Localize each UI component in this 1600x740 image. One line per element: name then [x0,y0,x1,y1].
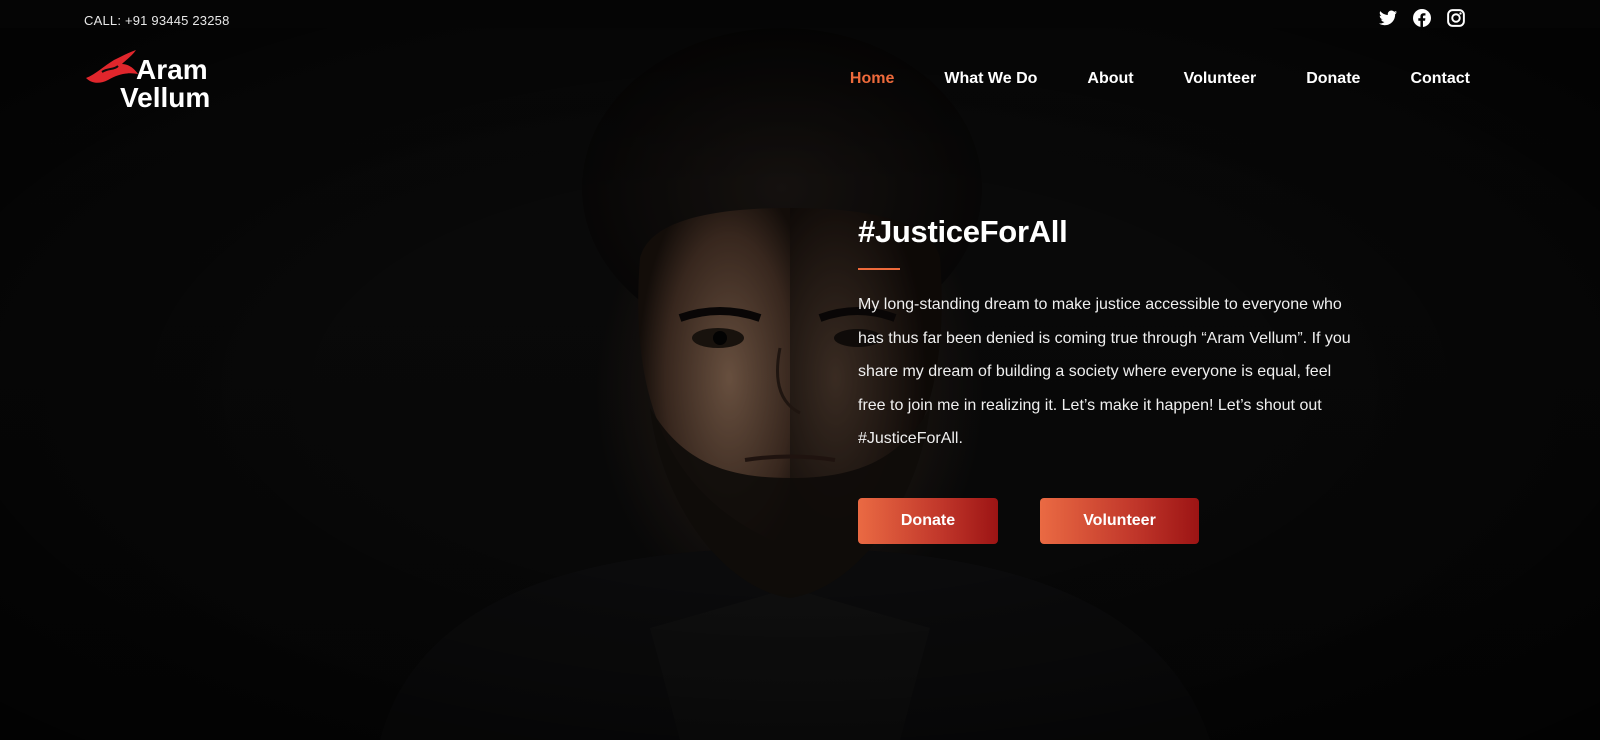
nav-home[interactable]: Home [850,70,894,88]
twitter-icon[interactable] [1378,8,1398,28]
top-bar: CALL: +91 93445 23258 [0,0,1600,28]
portrait-image [0,28,1600,740]
logo-line1: Aram [136,54,208,85]
page: CALL: +91 93445 23258 Aram Vellum Home W… [0,0,1600,740]
social-links [1378,8,1466,28]
nav-what-we-do[interactable]: What We Do [944,70,1037,88]
hero-heading: #JusticeForAll [858,214,1068,249]
nav-donate[interactable]: Donate [1306,70,1360,88]
donate-button[interactable]: Donate [858,498,998,544]
hero-background [0,28,1600,740]
logo[interactable]: Aram Vellum [84,48,224,114]
hero-buttons: Donate Volunteer [858,498,1199,544]
nav-contact[interactable]: Contact [1410,70,1470,88]
hero-content: #JusticeForAll My long-standing dream to… [858,214,1358,456]
nav-volunteer[interactable]: Volunteer [1184,70,1257,88]
heading-divider [858,268,900,270]
facebook-icon[interactable] [1412,8,1432,28]
call-number: CALL: +91 93445 23258 [84,13,230,28]
volunteer-button[interactable]: Volunteer [1040,498,1199,544]
main-nav: Home What We Do About Volunteer Donate C… [850,70,1470,88]
logo-line2: Vellum [120,82,211,113]
nav-about[interactable]: About [1087,70,1133,88]
instagram-icon[interactable] [1446,8,1466,28]
hero-body: My long-standing dream to make justice a… [858,296,1351,447]
